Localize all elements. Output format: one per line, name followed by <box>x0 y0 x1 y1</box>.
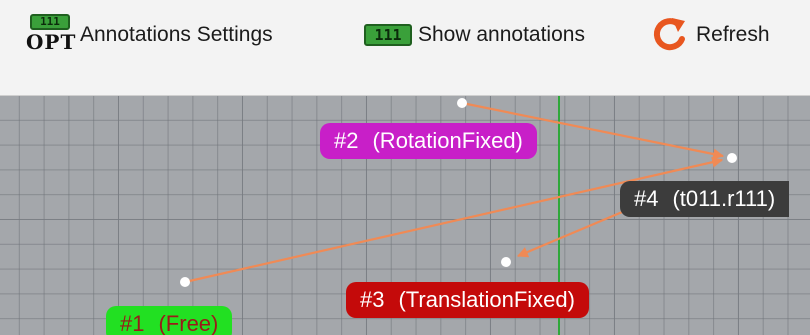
show-annotations-label: Show annotations <box>418 23 585 46</box>
annotation-tag-2[interactable]: #2 (RotationFixed) <box>320 123 537 159</box>
annotations-badge-icon: 111 <box>364 24 412 46</box>
annotation-tag-3[interactable]: #3 (TranslationFixed) <box>346 282 589 318</box>
leader-line-1 <box>184 156 724 284</box>
refresh-icon <box>653 18 685 51</box>
anchor-point-3 <box>501 257 511 267</box>
annotation-tag-1[interactable]: #1 (Free) <box>106 306 233 335</box>
show-annotations-button[interactable]: 111 Show annotations <box>364 14 585 56</box>
anchor-point-4 <box>727 153 737 163</box>
refresh-label: Refresh <box>696 23 770 46</box>
anchor-point-1 <box>180 277 190 287</box>
annotations-settings-button[interactable]: 111 OPT Annotations Settings <box>26 14 273 56</box>
annotations-settings-label: Annotations Settings <box>80 23 273 46</box>
viewport-3d[interactable]: #2 (RotationFixed) #4 (t011.r111) #3 (Trans… <box>0 96 810 335</box>
toolbar: 111 OPT Annotations Settings 111 Show an… <box>0 0 810 96</box>
annotation-tag-4[interactable]: #4 (t011.r111) <box>620 181 790 217</box>
anchor-point-2 <box>457 98 467 108</box>
opt-settings-icon: 111 OPT <box>26 14 77 54</box>
refresh-button[interactable]: Refresh <box>650 14 770 56</box>
